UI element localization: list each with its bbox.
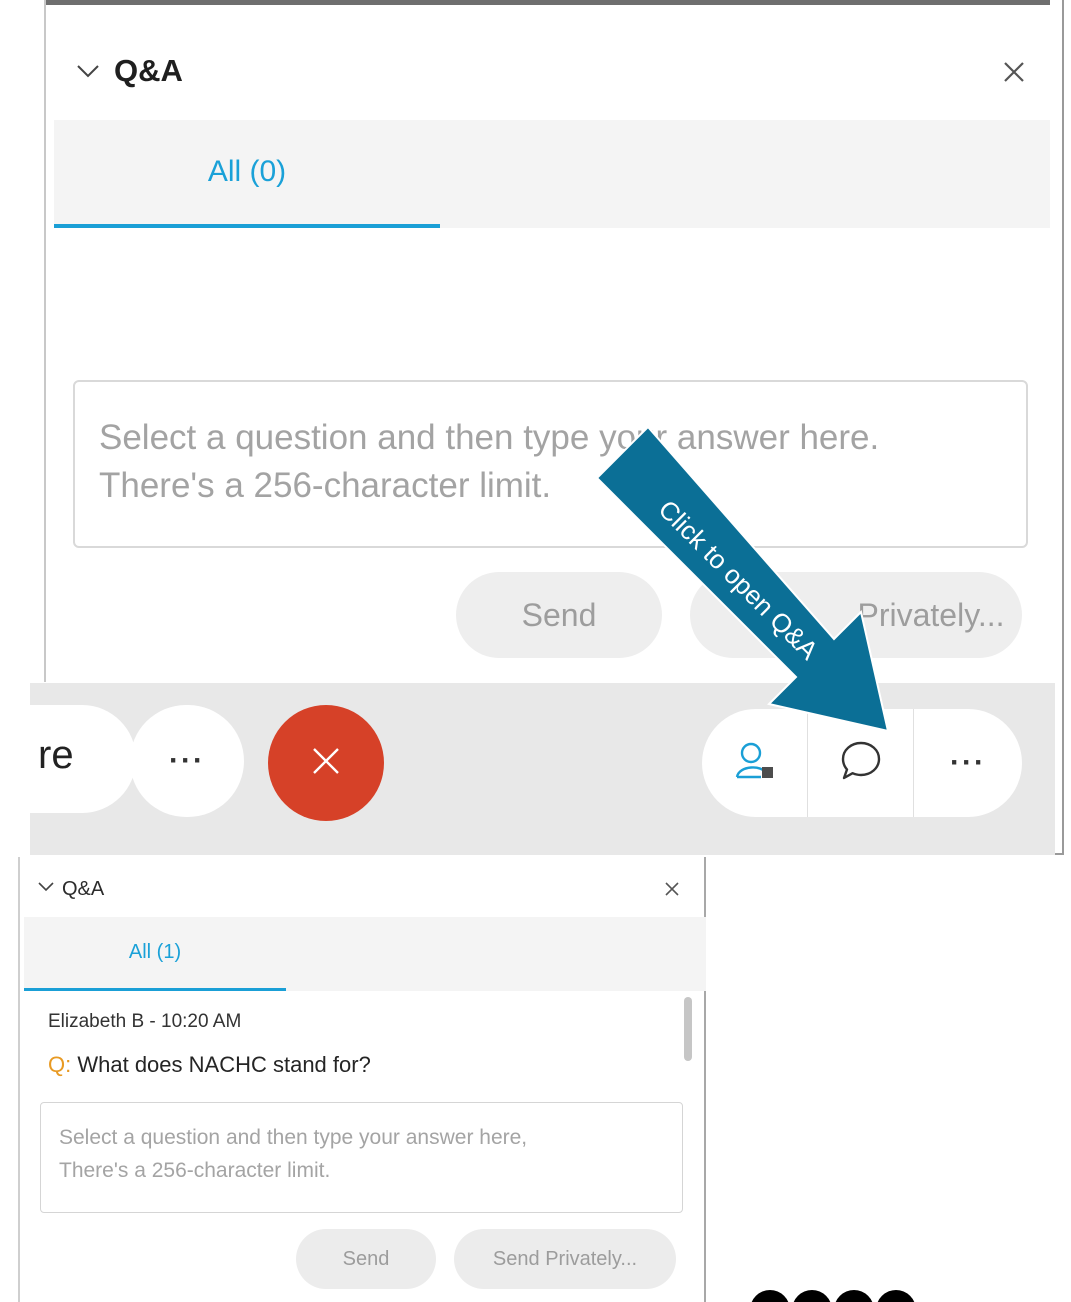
close-icon[interactable] bbox=[994, 52, 1034, 92]
dot bbox=[834, 1290, 874, 1302]
question-text: What does NACHC stand for? bbox=[77, 1052, 371, 1077]
more-options-button-right[interactable]: ··· bbox=[914, 709, 1022, 817]
qa-panel-header[interactable]: Q&A bbox=[38, 875, 104, 903]
question-list: Elizabeth B - 10:20 AM Q: What does NACH… bbox=[24, 991, 706, 1077]
participants-icon bbox=[734, 741, 776, 786]
answer-placeholder-line1: Select a question and then type your ans… bbox=[99, 418, 880, 457]
qa-tab-bar: All (1) bbox=[24, 917, 706, 991]
panel-toggle-group: ··· bbox=[702, 709, 1022, 817]
partial-dots-decoration bbox=[750, 1290, 920, 1302]
answer-input[interactable]: Select a question and then type your ans… bbox=[73, 380, 1028, 548]
dot bbox=[876, 1290, 916, 1302]
answer-placeholder-line2: There's a 256-character limit. bbox=[99, 466, 552, 505]
window-top-edge bbox=[44, 0, 1050, 8]
qa-button[interactable] bbox=[808, 709, 914, 817]
share-button[interactable]: re bbox=[0, 705, 136, 813]
question-prefix: Q: bbox=[48, 1052, 72, 1077]
qa-panel-title: Q&A bbox=[62, 877, 105, 900]
qa-tab-bar: All (0) bbox=[54, 120, 1050, 228]
dot bbox=[750, 1290, 790, 1302]
meeting-toolbar: re ··· ··· bbox=[0, 683, 1055, 855]
answer-placeholder-line2: There's a 256-character limit. bbox=[59, 1159, 331, 1182]
send-privately-button[interactable]: Send Privately... bbox=[454, 1229, 676, 1289]
tab-all[interactable]: All (1) bbox=[24, 917, 286, 991]
dot bbox=[792, 1290, 832, 1302]
question-author-time: Elizabeth B - 10:20 AM bbox=[48, 1011, 242, 1032]
question-text-row: Q: What does NACHC stand for? bbox=[48, 1052, 371, 1078]
tab-all[interactable]: All (0) bbox=[54, 120, 440, 228]
chevron-down-icon[interactable] bbox=[70, 51, 106, 91]
send-button[interactable]: Send bbox=[296, 1229, 436, 1289]
window-left-edge bbox=[18, 857, 20, 1302]
more-options-button[interactable]: ··· bbox=[130, 705, 244, 817]
qa-panel-header[interactable]: Q&A bbox=[70, 48, 183, 94]
chat-bubble-icon bbox=[839, 739, 883, 788]
window-left-edge bbox=[44, 0, 54, 682]
close-icon[interactable] bbox=[660, 877, 684, 901]
chevron-down-icon[interactable] bbox=[38, 880, 54, 898]
send-privately-button[interactable]: Privately... bbox=[690, 572, 1022, 658]
scrollbar-thumb[interactable] bbox=[684, 997, 692, 1061]
participants-button[interactable] bbox=[702, 709, 808, 817]
answer-placeholder-line1: Select a question and then type your ans… bbox=[59, 1126, 528, 1149]
qa-panel-zoomed: Q&A All (0) Select a question and then t… bbox=[0, 0, 1064, 855]
qa-panel-normal: Q&A All (1) Elizabeth B - 10:20 AM Q: Wh… bbox=[18, 857, 706, 1302]
send-button[interactable]: Send bbox=[456, 572, 662, 658]
qa-panel-title: Q&A bbox=[114, 53, 183, 88]
close-icon bbox=[311, 746, 341, 781]
leave-meeting-button[interactable] bbox=[268, 705, 384, 821]
answer-input[interactable]: Select a question and then type your ans… bbox=[40, 1102, 683, 1213]
share-button-label: re bbox=[38, 733, 74, 777]
